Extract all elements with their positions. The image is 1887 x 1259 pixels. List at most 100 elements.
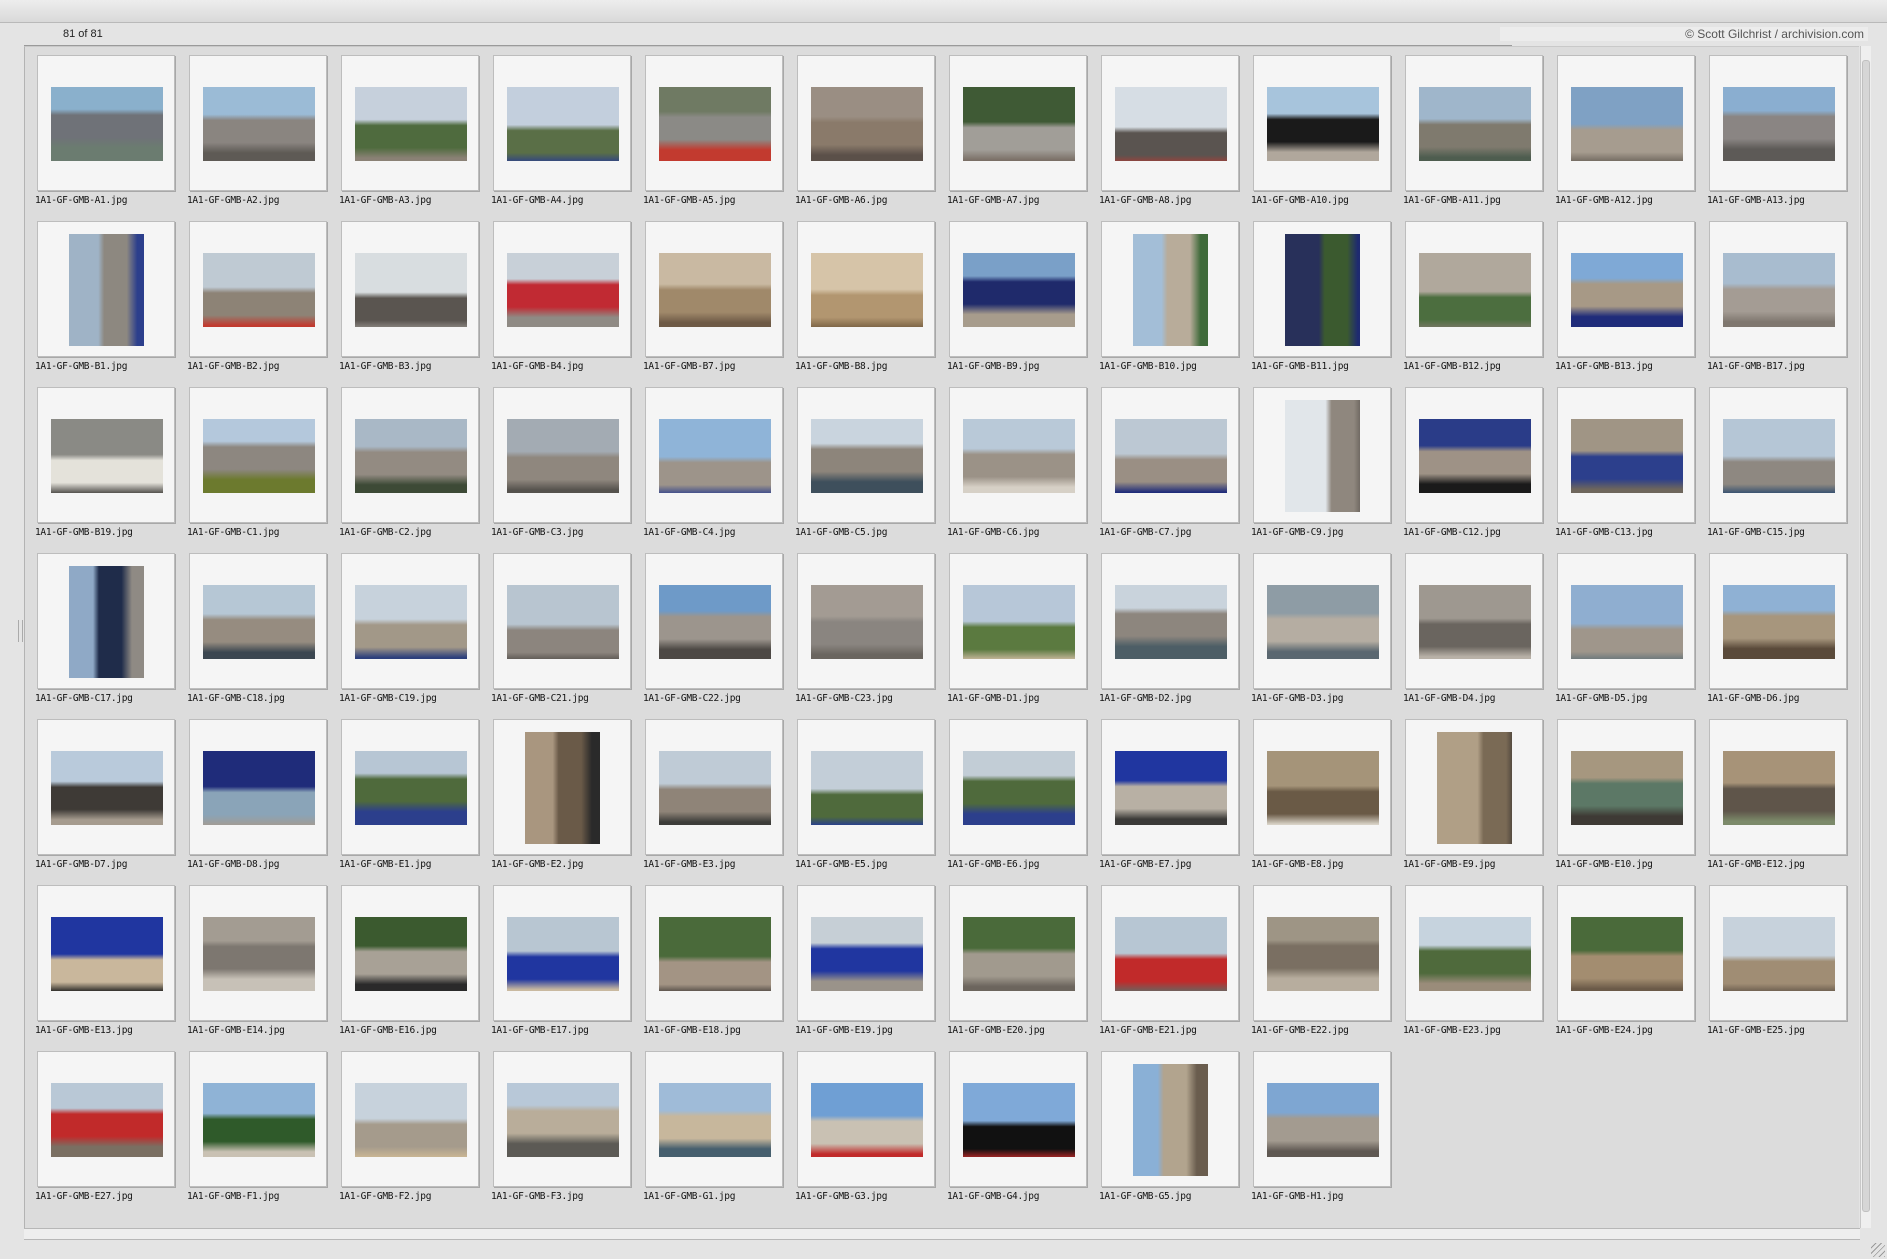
photo-thumbnail-icon[interactable] (659, 917, 771, 991)
photo-thumbnail-icon[interactable] (203, 585, 315, 659)
slide-mount[interactable] (1101, 221, 1239, 357)
photo-thumbnail-icon[interactable] (69, 234, 144, 346)
slide-mount[interactable] (37, 553, 175, 689)
slide-mount[interactable] (1557, 55, 1695, 191)
slide-mount[interactable] (645, 719, 783, 855)
thumbnail-item[interactable]: 1A1-GF-GMB-C7.jpg (1097, 385, 1249, 551)
photo-thumbnail-icon[interactable] (1267, 87, 1379, 161)
slide-mount[interactable] (1253, 55, 1391, 191)
photo-thumbnail-icon[interactable] (1133, 1064, 1208, 1176)
thumbnail-item[interactable]: 1A1-GF-GMB-B2.jpg (185, 219, 337, 385)
thumbnail-item[interactable]: 1A1-GF-GMB-A8.jpg (1097, 53, 1249, 219)
slide-mount[interactable] (493, 553, 631, 689)
slide-mount[interactable] (645, 55, 783, 191)
scrollbar-thumb[interactable] (1862, 60, 1870, 1212)
thumbnail-item[interactable]: 1A1-GF-GMB-G4.jpg (945, 1049, 1097, 1215)
slide-mount[interactable] (1709, 387, 1847, 523)
thumbnail-item[interactable]: 1A1-GF-GMB-C18.jpg (185, 551, 337, 717)
thumbnail-item[interactable]: 1A1-GF-GMB-B17.jpg (1705, 219, 1857, 385)
slide-mount[interactable] (1253, 719, 1391, 855)
slide-mount[interactable] (1101, 387, 1239, 523)
photo-thumbnail-icon[interactable] (811, 917, 923, 991)
thumbnail-item[interactable]: 1A1-GF-GMB-B10.jpg (1097, 219, 1249, 385)
thumbnail-item[interactable]: 1A1-GF-GMB-E23.jpg (1401, 883, 1553, 1049)
thumbnail-item[interactable]: 1A1-GF-GMB-H1.jpg (1249, 1049, 1401, 1215)
thumbnail-item[interactable]: 1A1-GF-GMB-C6.jpg (945, 385, 1097, 551)
slide-mount[interactable] (1253, 1051, 1391, 1187)
slide-mount[interactable] (1709, 221, 1847, 357)
thumbnail-item[interactable]: 1A1-GF-GMB-B13.jpg (1553, 219, 1705, 385)
photo-thumbnail-icon[interactable] (1571, 917, 1683, 991)
photo-thumbnail-icon[interactable] (1723, 87, 1835, 161)
slide-mount[interactable] (1557, 553, 1695, 689)
photo-thumbnail-icon[interactable] (507, 419, 619, 493)
photo-thumbnail-icon[interactable] (811, 253, 923, 327)
slide-mount[interactable] (797, 885, 935, 1021)
thumbnail-item[interactable]: 1A1-GF-GMB-C12.jpg (1401, 385, 1553, 551)
thumbnail-item[interactable]: 1A1-GF-GMB-D7.jpg (33, 717, 185, 883)
thumbnail-item[interactable]: 1A1-GF-GMB-C4.jpg (641, 385, 793, 551)
photo-thumbnail-icon[interactable] (963, 585, 1075, 659)
thumbnail-item[interactable]: 1A1-GF-GMB-C3.jpg (489, 385, 641, 551)
thumbnail-item[interactable]: 1A1-GF-GMB-A6.jpg (793, 53, 945, 219)
thumbnail-item[interactable]: 1A1-GF-GMB-E5.jpg (793, 717, 945, 883)
thumbnail-item[interactable]: 1A1-GF-GMB-E3.jpg (641, 717, 793, 883)
thumbnail-item[interactable]: 1A1-GF-GMB-G5.jpg (1097, 1049, 1249, 1215)
slide-mount[interactable] (645, 1051, 783, 1187)
photo-thumbnail-icon[interactable] (1571, 87, 1683, 161)
slide-mount[interactable] (949, 719, 1087, 855)
photo-thumbnail-icon[interactable] (1267, 917, 1379, 991)
slide-mount[interactable] (1405, 55, 1543, 191)
slide-mount[interactable] (645, 387, 783, 523)
slide-mount[interactable] (493, 221, 631, 357)
slide-mount[interactable] (341, 221, 479, 357)
photo-thumbnail-icon[interactable] (507, 917, 619, 991)
photo-thumbnail-icon[interactable] (1115, 585, 1227, 659)
thumbnail-item[interactable]: 1A1-GF-GMB-A13.jpg (1705, 53, 1857, 219)
thumbnail-item[interactable]: 1A1-GF-GMB-E13.jpg (33, 883, 185, 1049)
thumbnail-item[interactable]: 1A1-GF-GMB-D8.jpg (185, 717, 337, 883)
thumbnail-item[interactable]: 1A1-GF-GMB-E12.jpg (1705, 717, 1857, 883)
photo-thumbnail-icon[interactable] (1115, 87, 1227, 161)
photo-thumbnail-icon[interactable] (355, 751, 467, 825)
thumbnail-item[interactable]: 1A1-GF-GMB-B3.jpg (337, 219, 489, 385)
slide-mount[interactable] (493, 719, 631, 855)
thumbnail-item[interactable]: 1A1-GF-GMB-A10.jpg (1249, 53, 1401, 219)
photo-thumbnail-icon[interactable] (1115, 917, 1227, 991)
photo-thumbnail-icon[interactable] (51, 917, 163, 991)
photo-thumbnail-icon[interactable] (1267, 751, 1379, 825)
slide-mount[interactable] (341, 553, 479, 689)
thumbnail-item[interactable]: 1A1-GF-GMB-C5.jpg (793, 385, 945, 551)
thumbnail-item[interactable]: 1A1-GF-GMB-C17.jpg (33, 551, 185, 717)
slide-mount[interactable] (1557, 885, 1695, 1021)
thumbnail-item[interactable]: 1A1-GF-GMB-C9.jpg (1249, 385, 1401, 551)
thumbnail-item[interactable]: 1A1-GF-GMB-E6.jpg (945, 717, 1097, 883)
thumbnail-item[interactable]: 1A1-GF-GMB-F2.jpg (337, 1049, 489, 1215)
thumbnail-item[interactable]: 1A1-GF-GMB-E14.jpg (185, 883, 337, 1049)
slide-mount[interactable] (797, 553, 935, 689)
photo-thumbnail-icon[interactable] (659, 751, 771, 825)
thumbnail-item[interactable]: 1A1-GF-GMB-F3.jpg (489, 1049, 641, 1215)
photo-thumbnail-icon[interactable] (1419, 585, 1531, 659)
slide-mount[interactable] (493, 387, 631, 523)
thumbnail-item[interactable]: 1A1-GF-GMB-D3.jpg (1249, 551, 1401, 717)
thumbnail-item[interactable]: 1A1-GF-GMB-E16.jpg (337, 883, 489, 1049)
slide-mount[interactable] (37, 1051, 175, 1187)
photo-thumbnail-icon[interactable] (963, 253, 1075, 327)
photo-thumbnail-icon[interactable] (659, 87, 771, 161)
thumbnail-item[interactable]: 1A1-GF-GMB-A12.jpg (1553, 53, 1705, 219)
photo-thumbnail-icon[interactable] (1419, 917, 1531, 991)
thumbnail-item[interactable]: 1A1-GF-GMB-D2.jpg (1097, 551, 1249, 717)
thumbnail-item[interactable]: 1A1-GF-GMB-E18.jpg (641, 883, 793, 1049)
photo-thumbnail-icon[interactable] (1419, 419, 1531, 493)
slide-mount[interactable] (189, 719, 327, 855)
photo-thumbnail-icon[interactable] (51, 1083, 163, 1157)
thumbnail-item[interactable]: 1A1-GF-GMB-D6.jpg (1705, 551, 1857, 717)
thumbnail-item[interactable]: 1A1-GF-GMB-A3.jpg (337, 53, 489, 219)
photo-thumbnail-icon[interactable] (1267, 585, 1379, 659)
photo-thumbnail-icon[interactable] (525, 732, 600, 844)
slide-mount[interactable] (189, 1051, 327, 1187)
photo-thumbnail-icon[interactable] (355, 87, 467, 161)
slide-mount[interactable] (1709, 55, 1847, 191)
slide-mount[interactable] (493, 55, 631, 191)
